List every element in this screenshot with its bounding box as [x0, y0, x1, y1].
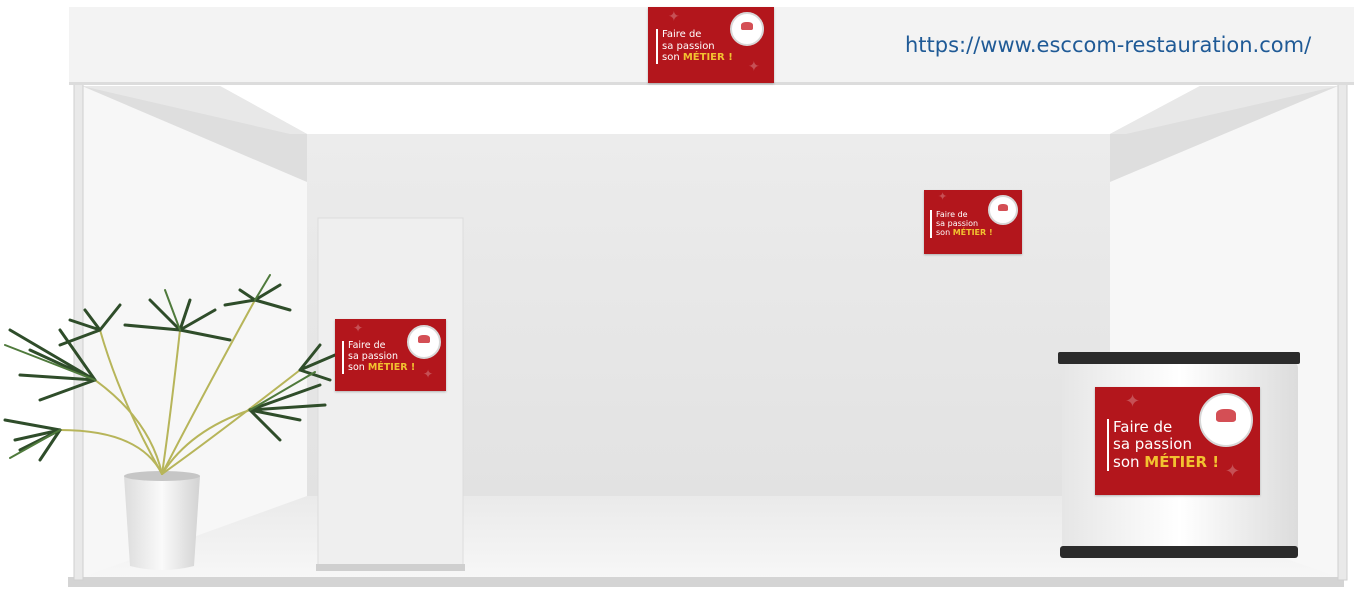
rollup-banner: [316, 217, 465, 571]
floor-edge: [68, 577, 1344, 587]
slogan-line-2: sa passion: [936, 219, 979, 229]
rocket-doodle-icon: ✦: [1125, 391, 1141, 412]
slogan-line-1: Faire de: [1113, 418, 1173, 436]
poster-slogan: Faire de sa passion son MÉTIER !: [342, 340, 416, 374]
rocket-doodle-icon: ✦: [353, 321, 364, 335]
slogan-line-3: son MÉTIER !: [1113, 452, 1220, 471]
rocket-doodle-icon: ✦: [748, 59, 760, 75]
slogan-line-3: son MÉTIER !: [348, 361, 416, 373]
slogan-line-2: sa passion: [1113, 435, 1192, 454]
exhibition-booth-scene: [3, 7, 1354, 587]
rocket-doodle-icon: ✦: [423, 367, 434, 381]
slogan-line-1: Faire de: [662, 29, 702, 40]
esccom-logo-seal: [730, 12, 764, 46]
rocket-doodle-icon: ✦: [938, 190, 948, 203]
poster-slogan: Faire de sa passion son MÉTIER !: [930, 210, 993, 238]
right-post: [1337, 83, 1348, 581]
slogan-line-3: son MÉTIER !: [662, 52, 733, 63]
rollup-poster: ✦ ✦ Faire de sa passion son MÉTIER !: [335, 319, 446, 391]
slogan-line-3: son MÉTIER !: [936, 228, 993, 238]
slogan-line-2: sa passion: [662, 40, 715, 52]
rocket-doodle-icon: ✦: [668, 9, 680, 25]
left-post: [73, 83, 84, 581]
poster-slogan: Faire de sa passion son MÉTIER !: [1107, 418, 1220, 471]
rocket-doodle-icon: ✦: [1225, 461, 1241, 482]
counter-poster: ✦ ✦ Faire de sa passion son MÉTIER !: [1095, 387, 1260, 495]
wall-poster: ✦ Faire de sa passion son MÉTIER !: [924, 190, 1022, 254]
slogan-line-1: Faire de: [936, 210, 968, 219]
plant-pot: [124, 471, 200, 570]
header-poster: ✦ ✦ Faire de sa passion son MÉTIER !: [648, 7, 774, 83]
website-url-text: https://www.esccom-restauration.com/: [905, 33, 1312, 57]
poster-slogan: Faire de sa passion son MÉTIER !: [656, 29, 733, 64]
